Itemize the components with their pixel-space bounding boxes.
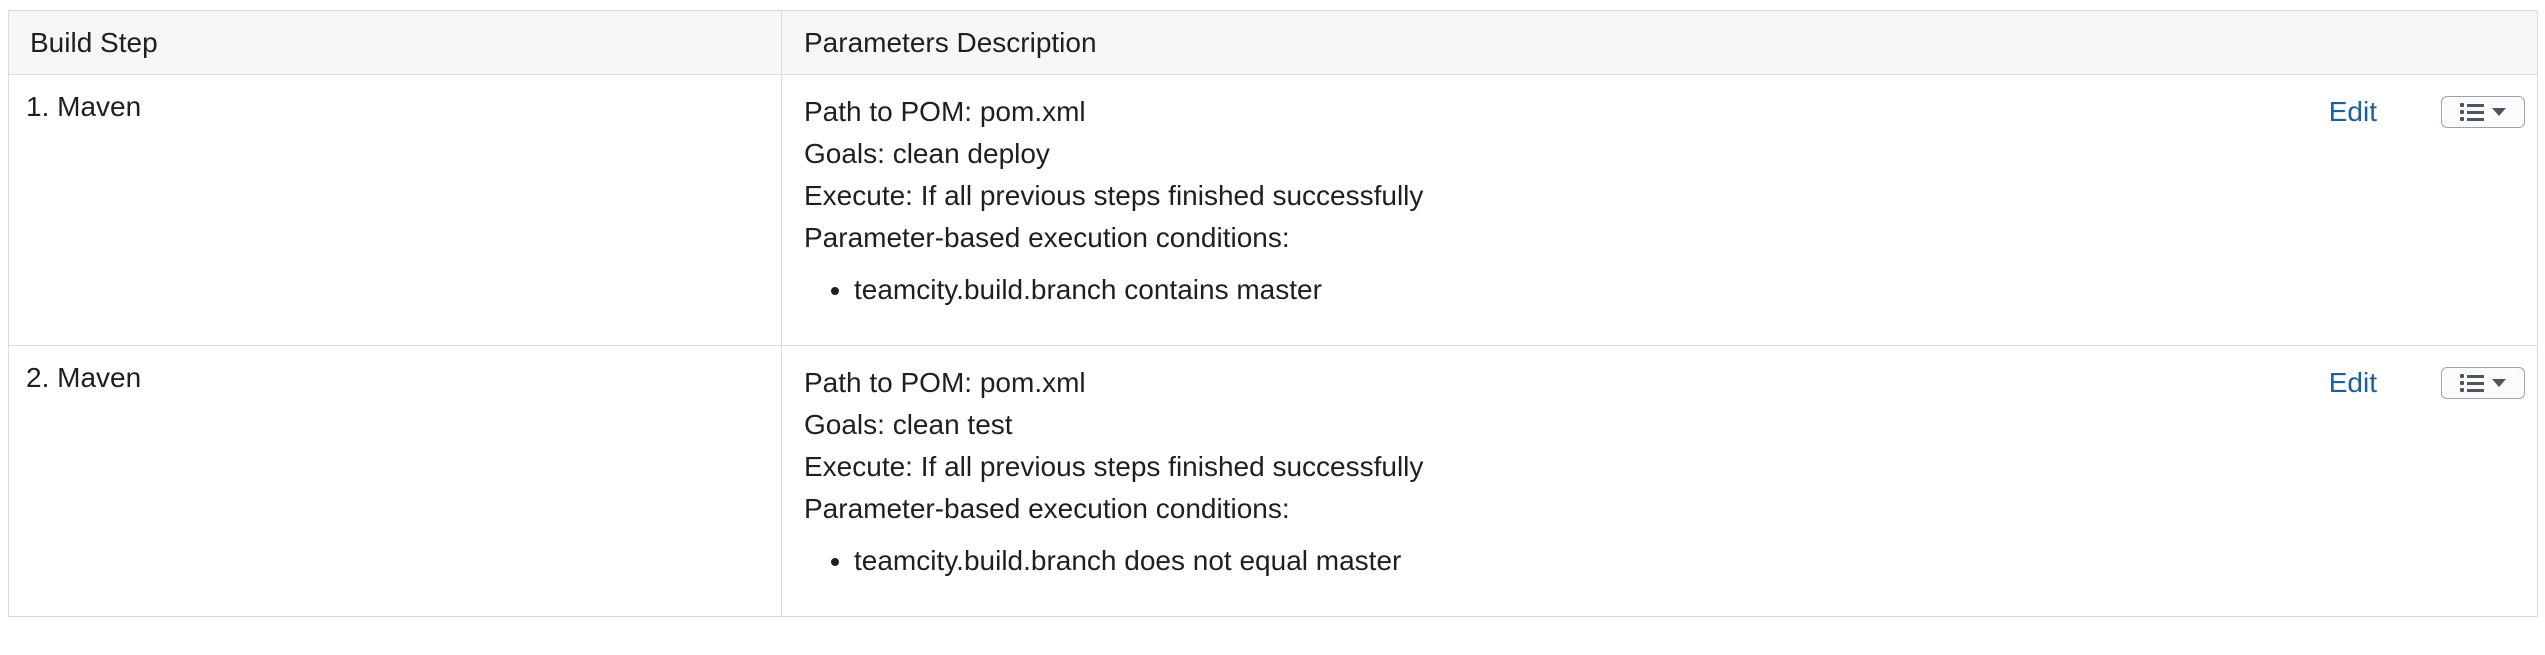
column-header-parameters: Parameters Description xyxy=(804,26,1097,58)
param-goals: Goals: clean test xyxy=(804,409,1013,440)
build-step-name: 1. Maven xyxy=(9,75,782,345)
param-conditions-label: Parameter-based execution conditions: xyxy=(804,222,1290,253)
build-step-name: 2. Maven xyxy=(9,346,782,616)
step-menu-button[interactable] xyxy=(2441,367,2525,399)
param-execute: Execute: If all previous steps finished … xyxy=(804,180,1424,211)
condition-item: teamcity.build.branch does not equal mas… xyxy=(854,540,2537,582)
table-row: 2. Maven Path to POM: pom.xml Goals: cle… xyxy=(9,345,2537,616)
list-icon xyxy=(2460,103,2484,121)
table-row: 1. Maven Path to POM: pom.xml Goals: cle… xyxy=(9,74,2537,345)
edit-link[interactable]: Edit xyxy=(2329,91,2377,133)
edit-link[interactable]: Edit xyxy=(2329,362,2377,404)
step-menu-button[interactable] xyxy=(2441,96,2525,128)
param-execute: Execute: If all previous steps finished … xyxy=(804,451,1424,482)
param-pom-path: Path to POM: pom.xml xyxy=(804,367,1086,398)
column-header-build-step: Build Step xyxy=(9,11,782,74)
param-conditions-label: Parameter-based execution conditions: xyxy=(804,493,1290,524)
parameters-description: Path to POM: pom.xml Goals: clean deploy… xyxy=(782,75,2537,345)
conditions-list: teamcity.build.branch contains master xyxy=(804,269,2537,311)
caret-down-icon xyxy=(2492,108,2506,116)
row-actions: Edit xyxy=(2329,91,2525,133)
parameters-description: Path to POM: pom.xml Goals: clean test E… xyxy=(782,346,2537,616)
list-icon xyxy=(2460,374,2484,392)
conditions-list: teamcity.build.branch does not equal mas… xyxy=(804,540,2537,582)
param-goals: Goals: clean deploy xyxy=(804,138,1050,169)
param-pom-path: Path to POM: pom.xml xyxy=(804,96,1086,127)
table-header: Build Step Parameters Description xyxy=(9,11,2537,74)
build-steps-table: Build Step Parameters Description 1. Mav… xyxy=(8,10,2538,617)
row-actions: Edit xyxy=(2329,362,2525,404)
caret-down-icon xyxy=(2492,379,2506,387)
condition-item: teamcity.build.branch contains master xyxy=(854,269,2537,311)
